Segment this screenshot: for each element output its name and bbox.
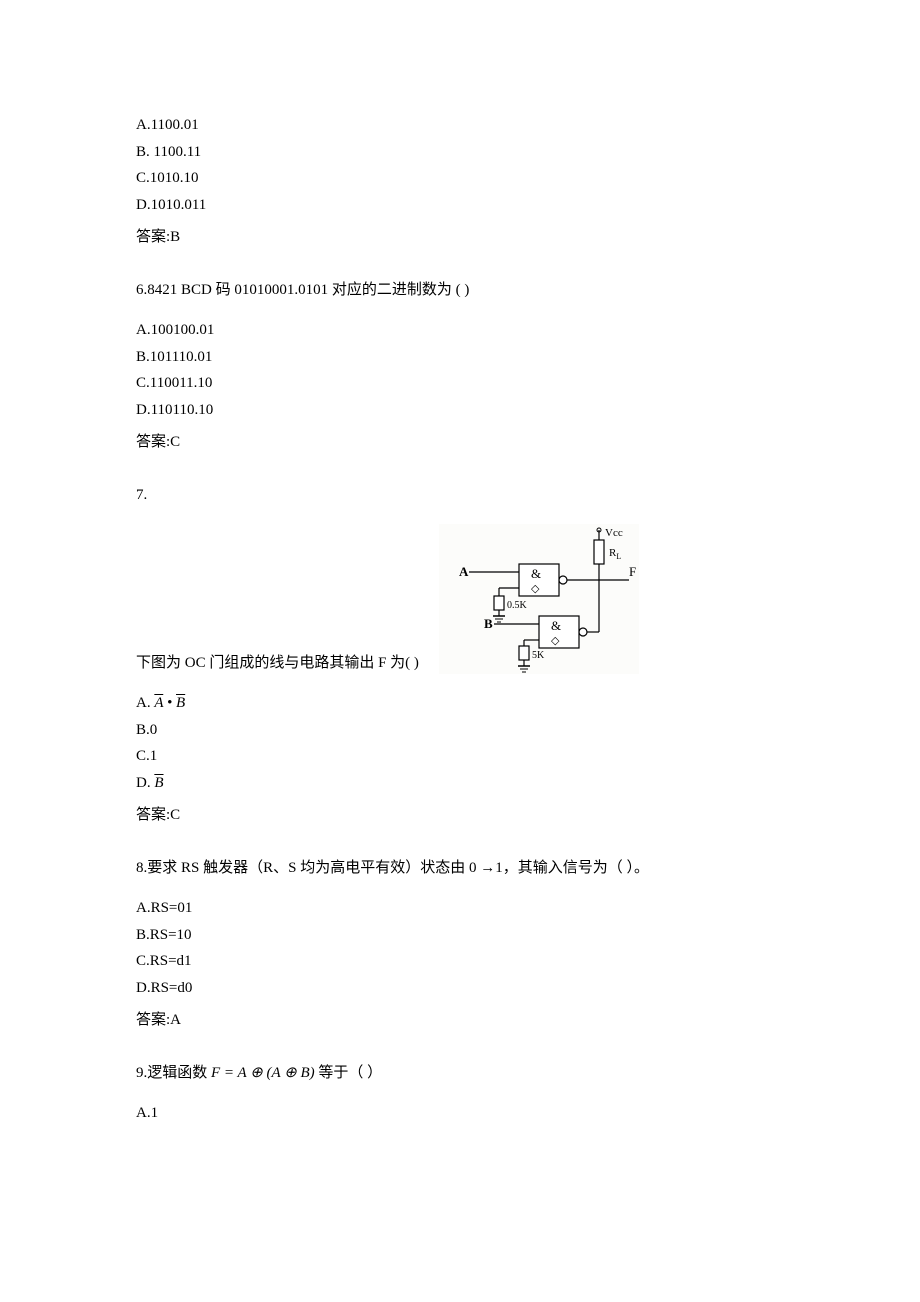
- q6-option-b: B.101110.01: [136, 346, 784, 369]
- q5-option-b: B. 1100.11: [136, 141, 784, 164]
- q7-option-b: B.0: [136, 719, 784, 742]
- q8-option-d: D.RS=d0: [136, 977, 784, 1000]
- q9-option-a: A.1: [136, 1102, 784, 1125]
- q8-stem: 8.要求 RS 触发器（R、S 均为高电平有效）状态由 0 →1，其输入信号为（…: [136, 857, 784, 880]
- diagram-a-label: A: [459, 564, 469, 579]
- q6-option-c: C.110011.10: [136, 372, 784, 395]
- q6-stem: 6.8421 BCD 码 01010001.0101 对应的二进制数为 ( ): [136, 279, 784, 302]
- diagram-vcc-label: Vcc: [605, 527, 623, 539]
- svg-text:◇: ◇: [551, 635, 560, 647]
- q7-option-a-overline-a: A: [154, 695, 163, 711]
- q7-option-a-dot: •: [163, 695, 176, 711]
- q7-option-d-overline-b: B: [154, 775, 163, 791]
- q7-option-a-prefix: A.: [136, 695, 151, 711]
- q7-answer: 答案:C: [136, 804, 784, 827]
- diagram-r2-label: 5K: [532, 650, 545, 661]
- q8-answer: 答案:A: [136, 1009, 784, 1032]
- diagram-gate2-symbol: &: [551, 618, 561, 633]
- q7-option-a: A. A • B: [136, 692, 784, 715]
- q6-answer: 答案:C: [136, 431, 784, 454]
- q6-option-a: A.100100.01: [136, 319, 784, 342]
- diagram-f-label: F: [629, 564, 636, 579]
- q7-stem-text: 下图为 OC 门组成的线与电路其输出 F 为( ): [136, 652, 419, 675]
- diagram-b-label: B: [484, 616, 493, 631]
- q5-option-d: D.1010.011: [136, 194, 784, 217]
- q7-option-d: D. B: [136, 772, 784, 795]
- q5-answer: 答案:B: [136, 226, 784, 249]
- q7-number: 7.: [136, 484, 784, 507]
- q8-option-b: B.RS=10: [136, 924, 784, 947]
- q9-suffix: 等于（ ）: [318, 1065, 382, 1081]
- q9-stem: 9.逻辑函数 F = A ⊕ (A ⊕ B) 等于（ ）: [136, 1062, 784, 1085]
- diagram-gate1-symbol: &: [531, 566, 541, 581]
- q8-option-a: A.RS=01: [136, 897, 784, 920]
- q5-option-a: A.1100.01: [136, 114, 784, 137]
- q9-prefix: 9.逻辑函数: [136, 1065, 207, 1081]
- document-page: A.1100.01 B. 1100.11 C.1010.10 D.1010.01…: [0, 0, 920, 1169]
- q9-formula: F = A ⊕ (A ⊕ B): [211, 1065, 315, 1081]
- q5-option-c: C.1010.10: [136, 167, 784, 190]
- q6-option-d: D.110110.10: [136, 399, 784, 422]
- q7-option-c: C.1: [136, 745, 784, 768]
- svg-text:◇: ◇: [531, 583, 540, 595]
- q7-option-a-overline-b: B: [176, 695, 185, 711]
- diagram-r1-label: 0.5K: [507, 600, 528, 611]
- q7-option-d-prefix: D.: [136, 775, 151, 791]
- q8-option-c: C.RS=d1: [136, 950, 784, 973]
- q7-circuit-diagram: Vcc RL F & ◇ A 0.5K: [439, 524, 639, 674]
- q7-stem-row: 下图为 OC 门组成的线与电路其输出 F 为( ) Vcc RL F & ◇: [136, 524, 784, 674]
